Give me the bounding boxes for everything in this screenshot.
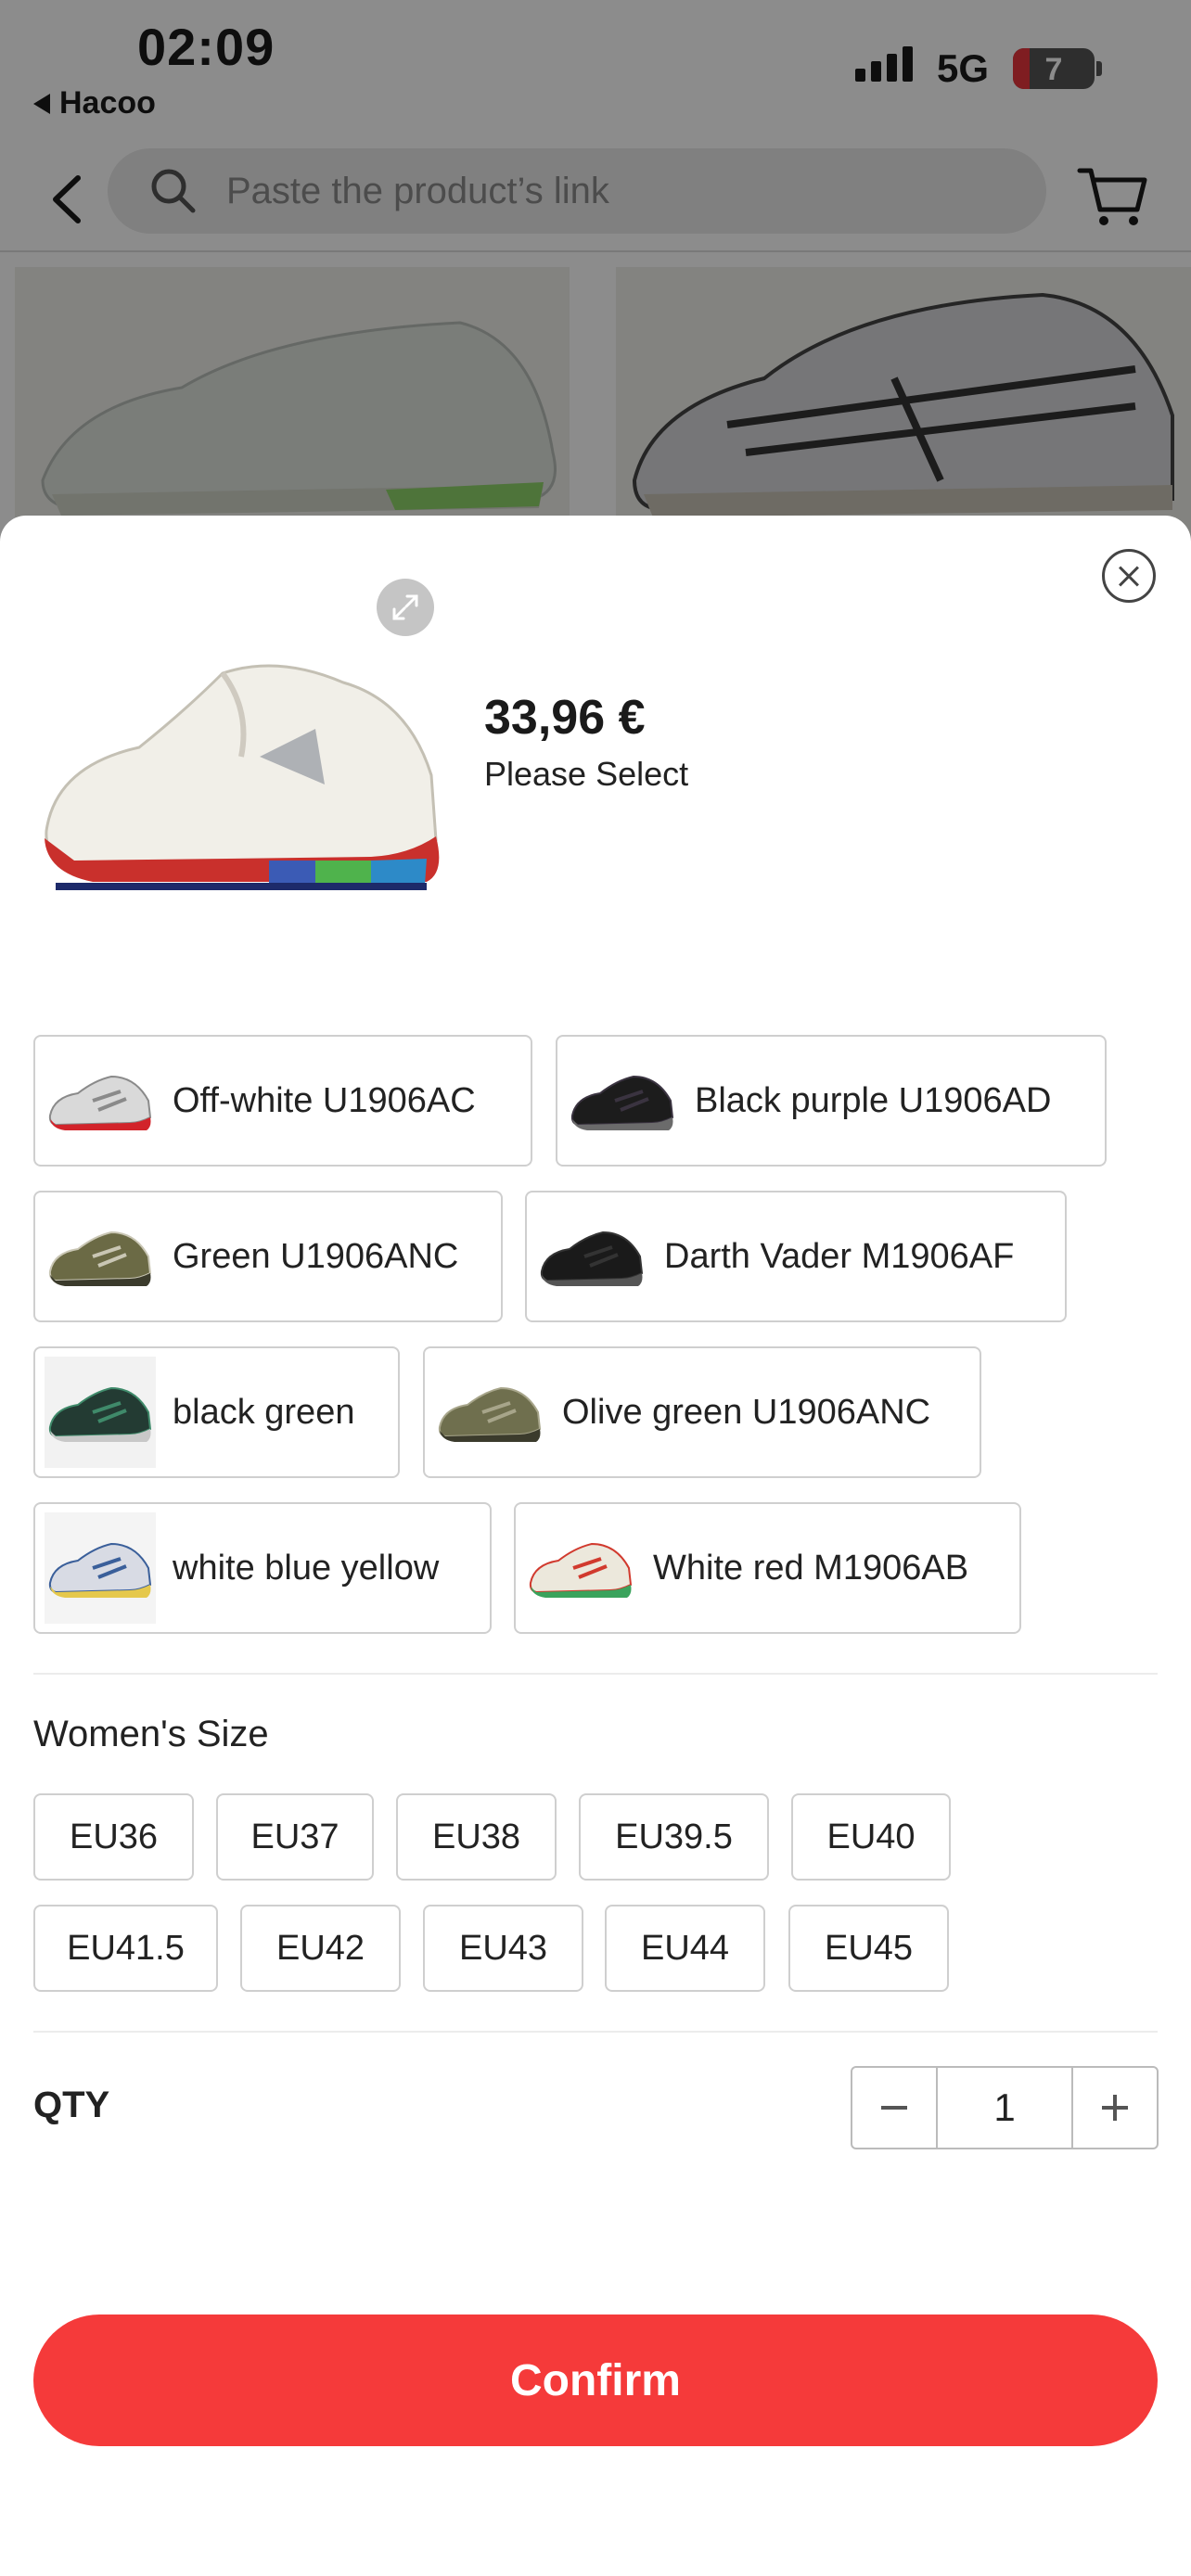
variant-option[interactable]: Darth Vader M1906AF (525, 1191, 1067, 1322)
size-option[interactable]: EU39.5 (579, 1793, 769, 1881)
divider (33, 2031, 1158, 2033)
variant-label: Black purple U1906AD (695, 1080, 1052, 1120)
plus-icon[interactable] (1073, 2068, 1157, 2148)
variant-label: black green (173, 1392, 355, 1432)
variant-label: Olive green U1906ANC (562, 1392, 931, 1432)
qty-label: QTY (33, 2085, 110, 2125)
variant-label: Off-white U1906AC (173, 1080, 476, 1120)
variant-option[interactable]: Black purple U1906AD (556, 1035, 1107, 1167)
quantity-value[interactable]: 1 (936, 2068, 1073, 2148)
quantity-stepper: 1 (851, 2066, 1159, 2149)
variant-thumbnail (525, 1512, 636, 1624)
sku-selector-sheet: 33,96 € Please Select Off-white U1906AC … (0, 516, 1191, 2576)
variant-option[interactable]: Off-white U1906AC (33, 1035, 532, 1167)
dim-overlay[interactable] (0, 0, 1191, 556)
variant-thumbnail (45, 1045, 156, 1156)
variant-option[interactable]: white blue yellow (33, 1502, 492, 1634)
size-option[interactable]: EU36 (33, 1793, 194, 1881)
select-hint: Please Select (484, 755, 689, 793)
size-option[interactable]: EU38 (396, 1793, 557, 1881)
size-option[interactable]: EU41.5 (33, 1905, 218, 1992)
size-option[interactable]: EU43 (423, 1905, 583, 1992)
variant-thumbnail (45, 1357, 156, 1468)
variant-label: Darth Vader M1906AF (664, 1236, 1015, 1276)
variant-option[interactable]: black green (33, 1346, 400, 1478)
variant-option[interactable]: White red M1906AB (514, 1502, 1021, 1634)
size-option[interactable]: EU45 (788, 1905, 949, 1992)
variant-thumbnail (567, 1045, 678, 1156)
size-option[interactable]: EU42 (240, 1905, 401, 1992)
close-icon[interactable] (1102, 549, 1156, 603)
expand-icon[interactable] (377, 579, 434, 636)
size-section-title: Women's Size (33, 1714, 269, 1754)
variant-option[interactable]: Olive green U1906ANC (423, 1346, 981, 1478)
variant-label: Green U1906ANC (173, 1236, 459, 1276)
variant-thumbnail (536, 1201, 647, 1312)
variant-thumbnail (45, 1201, 156, 1312)
minus-icon[interactable] (852, 2068, 936, 2148)
divider (33, 1673, 1158, 1675)
size-option[interactable]: EU40 (791, 1793, 951, 1881)
size-option[interactable]: EU37 (216, 1793, 374, 1881)
variant-label: White red M1906AB (653, 1548, 969, 1588)
variant-thumbnail (45, 1512, 156, 1624)
background-page: 02:09 Hacoo 5G 7 (0, 0, 1191, 556)
size-option[interactable]: EU44 (605, 1905, 765, 1992)
selected-product-image[interactable] (37, 618, 445, 924)
variant-label: white blue yellow (173, 1548, 440, 1588)
product-price: 33,96 € (484, 691, 646, 745)
variant-thumbnail (434, 1357, 545, 1468)
confirm-button[interactable]: Confirm (33, 2315, 1158, 2446)
variant-option[interactable]: Green U1906ANC (33, 1191, 503, 1322)
